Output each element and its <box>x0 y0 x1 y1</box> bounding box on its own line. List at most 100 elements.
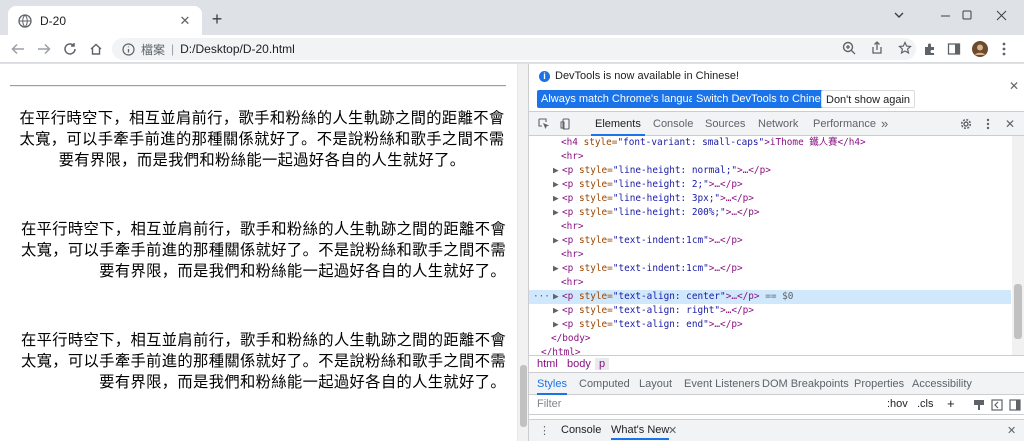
close-devtools-icon[interactable]: ✕ <box>1003 117 1017 131</box>
tab-accessibility[interactable]: Accessibility <box>912 373 972 395</box>
breadcrumb-html[interactable]: html <box>537 358 558 370</box>
attr-value: "text-align: right" <box>612 305 721 316</box>
dom-node-p[interactable]: ▶ <p style="line-height: 200%;">…</p> <box>553 206 760 220</box>
close-drawer-tab-icon[interactable]: ✕ <box>668 424 677 437</box>
close-drawer-icon[interactable]: ✕ <box>1007 424 1016 437</box>
hov-toggle[interactable]: :hov <box>887 398 908 410</box>
tab-elements[interactable]: Elements <box>591 112 645 136</box>
chevron-down-icon[interactable] <box>876 4 922 26</box>
dom-node-p[interactable]: ▶ <p style="text-indent:1cm">…</p> <box>553 262 743 276</box>
expand-triangle-icon[interactable]: ▶ <box>553 262 562 276</box>
zoom-icon[interactable] <box>842 41 856 55</box>
tag-open: <p <box>562 319 579 330</box>
new-tab-button[interactable]: + <box>207 9 227 29</box>
breadcrumb-body[interactable]: body <box>567 358 591 370</box>
toggle-sidebar-icon[interactable] <box>1009 399 1021 411</box>
devtools-tabbar: Elements Console Sources Network Perform… <box>529 112 1024 136</box>
back-arrow-icon[interactable] <box>8 39 28 59</box>
expand-triangle-icon[interactable]: ▶ <box>553 164 562 178</box>
tab-console[interactable]: Console <box>653 112 693 136</box>
attr-value: "text-align: end" <box>612 319 709 330</box>
tab-event-listeners[interactable]: Event Listeners <box>684 373 760 395</box>
dom-node-hr[interactable]: <hr> <box>561 150 584 164</box>
expand-triangle-icon[interactable]: ▶ <box>553 318 562 332</box>
info-icon: i <box>539 71 550 82</box>
tab-layout[interactable]: Layout <box>639 373 672 395</box>
dom-node-hr[interactable]: <hr> <box>561 220 584 234</box>
drawer-menu-icon[interactable]: ⋮ <box>539 424 550 437</box>
dom-node-p[interactable]: ▶ <p style="text-align: end">…</p> <box>553 318 743 332</box>
dom-node-p[interactable]: ▶ <p style="line-height: normal;">…</p> <box>553 164 771 178</box>
dom-node-p[interactable]: ▶ <p style="line-height: 3px;">…</p> <box>553 192 754 206</box>
dom-node-hr[interactable]: <hr> <box>561 248 584 262</box>
star-icon[interactable] <box>898 41 912 55</box>
forward-arrow-icon[interactable] <box>34 39 54 59</box>
avatar[interactable] <box>972 41 988 57</box>
tag-text: >iThome 鐵人賽</h4> <box>764 137 866 148</box>
attr-name: style= <box>578 193 613 204</box>
paint-icon[interactable] <box>973 399 985 411</box>
inspect-element-icon[interactable] <box>537 117 551 131</box>
menu-kebab-icon[interactable] <box>996 41 1012 57</box>
close-window-button[interactable] <box>978 4 1024 26</box>
page-scrollbar-thumb[interactable] <box>520 365 527 427</box>
close-tab-icon[interactable]: ✕ <box>178 13 192 28</box>
tag-open: <p <box>562 207 579 218</box>
more-tabs-button[interactable]: » <box>881 112 888 136</box>
computed-sidebar-icon[interactable] <box>991 399 1003 411</box>
new-rule-button[interactable]: + <box>947 396 955 411</box>
dom-scrollbar-thumb[interactable] <box>1014 284 1022 339</box>
tab-properties[interactable]: Properties <box>854 373 904 395</box>
side-panel-icon[interactable] <box>946 41 962 57</box>
browser-tab[interactable]: D-20 ✕ <box>8 6 202 35</box>
match-language-button[interactable]: Always match Chrome's language <box>537 90 711 108</box>
extensions-icon[interactable] <box>922 41 938 57</box>
dom-node-p[interactable]: ▶ <p style="line-height: 2;">…</p> <box>553 178 743 192</box>
dom-node-hr[interactable]: <hr> <box>561 276 584 290</box>
page-scrollbar[interactable] <box>517 64 528 441</box>
dom-node-p-selected[interactable]: ··· ▶ <p style="text-align: center">…</p> … <box>529 290 1011 304</box>
tag-close: >…</p> <box>725 207 760 218</box>
filter-input[interactable]: Filter <box>537 398 561 410</box>
dont-show-again-button[interactable]: Don't show again <box>821 90 916 108</box>
cls-toggle[interactable]: .cls <box>917 398 934 410</box>
tab-dom-breakpoints[interactable]: DOM Breakpoints <box>762 373 849 395</box>
expand-triangle-icon[interactable]: ▶ <box>553 304 562 318</box>
dom-scrollbar[interactable] <box>1012 136 1024 356</box>
tag-open: <p <box>562 179 579 190</box>
url-text[interactable]: D:/Desktop/D-20.html <box>180 42 295 56</box>
customize-kebab-icon[interactable] <box>981 117 995 131</box>
home-icon[interactable] <box>86 39 106 59</box>
breadcrumb-p[interactable]: p <box>595 358 610 370</box>
dom-node-body-close[interactable]: </body> <box>551 332 591 346</box>
tab-sources[interactable]: Sources <box>705 112 745 136</box>
drawer-tab-console[interactable]: Console <box>561 424 601 436</box>
tab-performance[interactable]: Performance <box>813 112 876 136</box>
dom-node-h4[interactable]: <h4 style="font-variant: small-caps">iTh… <box>561 136 866 150</box>
expand-triangle-icon[interactable]: ▶ <box>553 206 562 220</box>
expand-triangle-icon[interactable]: ▶ <box>553 234 562 248</box>
row-menu-icon[interactable]: ··· <box>533 290 553 304</box>
drawer-tab-whats-new[interactable]: What's New <box>611 424 670 440</box>
paragraph-align-center: 在平行時空下，相互並肩前行，歌手和粉絲的人生軌跡之間的距離不會太寬，可以手牽手前… <box>19 109 505 169</box>
tag-open: <p <box>562 263 579 274</box>
tab-network[interactable]: Network <box>758 112 798 136</box>
breadcrumb: html body p <box>529 355 1024 373</box>
dom-node-p[interactable]: ▶ <p style="text-indent:1cm">…</p> <box>553 234 743 248</box>
expand-triangle-icon[interactable]: ▶ <box>553 178 562 192</box>
drawer-tabbar: ⋮ Console What's New ✕ ✕ <box>529 419 1024 441</box>
info-icon[interactable] <box>122 42 135 56</box>
title-bar: D-20 ✕ + <box>0 0 1024 35</box>
device-toolbar-icon[interactable] <box>559 117 573 131</box>
reload-icon[interactable] <box>60 39 80 59</box>
expand-triangle-icon[interactable]: ▶ <box>553 290 562 304</box>
close-icon[interactable]: ✕ <box>1009 79 1019 93</box>
address-bar[interactable]: 檔案 | D:/Desktop/D-20.html <box>112 38 916 60</box>
share-icon[interactable] <box>870 41 884 55</box>
tab-styles[interactable]: Styles <box>537 373 567 395</box>
tab-computed[interactable]: Computed <box>579 373 630 395</box>
gear-icon[interactable] <box>959 117 973 131</box>
dom-node-p[interactable]: ▶ <p style="text-align: right">…</p> <box>553 304 754 318</box>
expand-triangle-icon[interactable]: ▶ <box>553 192 562 206</box>
switch-language-button[interactable]: Switch DevTools to Chinese <box>692 90 837 108</box>
